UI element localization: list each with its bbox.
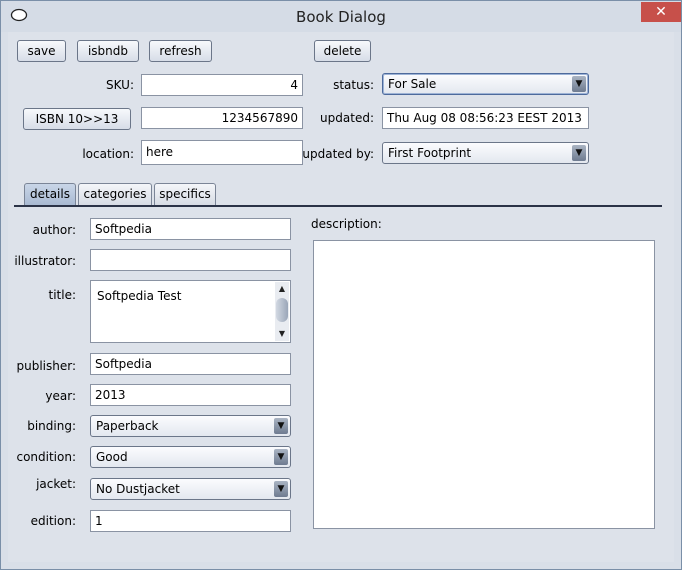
description-label: description:: [311, 217, 382, 231]
updated-by-label: updated by:: [302, 147, 374, 161]
updated-by-select[interactable]: First Footprint ▼: [382, 142, 589, 164]
close-button[interactable]: ✕: [641, 2, 681, 22]
dialog-content: save isbndb refresh delete SKU: 4 ISBN 1…: [8, 32, 674, 562]
author-label: author:: [32, 223, 76, 237]
illustrator-field[interactable]: [90, 249, 291, 271]
chevron-down-icon: ▼: [572, 76, 586, 92]
binding-select[interactable]: Paperback ▼: [90, 415, 291, 437]
chevron-down-icon: ▼: [274, 481, 288, 497]
chevron-down-icon: ▼: [274, 418, 288, 434]
refresh-button[interactable]: refresh: [149, 40, 212, 62]
publisher-label: publisher:: [16, 359, 76, 373]
delete-button[interactable]: delete: [314, 40, 371, 62]
title-text: Softpedia Test: [97, 289, 182, 303]
tab-specifics[interactable]: specifics: [154, 183, 216, 205]
book-dialog-window: Book Dialog ✕ save isbndb refresh delete…: [0, 0, 682, 570]
author-field[interactable]: Softpedia: [90, 218, 291, 240]
jacket-value: No Dustjacket: [96, 482, 180, 496]
publisher-field[interactable]: Softpedia: [90, 353, 291, 375]
scroll-thumb[interactable]: [276, 298, 288, 322]
updated-field[interactable]: Thu Aug 08 08:56:23 EEST 2013: [382, 107, 589, 129]
tab-divider: [14, 205, 662, 207]
condition-label: condition:: [16, 450, 76, 464]
description-textarea[interactable]: [313, 240, 655, 529]
illustrator-label: illustrator:: [14, 254, 76, 268]
isbndb-button[interactable]: isbndb: [77, 40, 139, 62]
chevron-down-icon: ▼: [274, 449, 288, 465]
tab-categories[interactable]: categories: [78, 183, 152, 205]
save-button[interactable]: save: [17, 40, 66, 62]
status-label: status:: [333, 78, 374, 92]
binding-label: binding:: [27, 419, 76, 433]
edition-label: edition:: [30, 514, 76, 528]
tab-details[interactable]: details: [24, 183, 76, 205]
location-label: location:: [82, 147, 134, 161]
updated-by-value: First Footprint: [388, 146, 472, 160]
status-select[interactable]: For Sale ▼: [382, 73, 589, 95]
edition-field[interactable]: 1: [90, 510, 291, 532]
sku-label: SKU:: [106, 78, 134, 92]
window-title: Book Dialog: [296, 8, 386, 26]
isbn-convert-button[interactable]: ISBN 10>>13: [23, 108, 131, 130]
title-label: title:: [48, 288, 76, 302]
isbn-field[interactable]: 1234567890: [141, 107, 303, 129]
updated-label: updated:: [320, 111, 374, 125]
location-field[interactable]: here: [141, 140, 303, 165]
chevron-down-icon: ▼: [572, 145, 586, 161]
sku-field[interactable]: 4: [141, 74, 303, 96]
status-value: For Sale: [388, 77, 437, 91]
binding-value: Paperback: [96, 419, 159, 433]
arrow-down-icon[interactable]: ▼: [275, 327, 289, 341]
jacket-select[interactable]: No Dustjacket ▼: [90, 478, 291, 500]
condition-value: Good: [96, 450, 128, 464]
jacket-label: jacket:: [36, 477, 76, 491]
condition-select[interactable]: Good ▼: [90, 446, 291, 468]
title-textarea[interactable]: Softpedia Test ▲ ▼: [90, 280, 291, 343]
year-field[interactable]: 2013: [90, 384, 291, 406]
arrow-up-icon[interactable]: ▲: [275, 282, 289, 296]
title-bar: Book Dialog ✕: [1, 1, 681, 32]
title-scrollbar[interactable]: ▲ ▼: [275, 282, 289, 341]
year-label: year:: [45, 389, 76, 403]
